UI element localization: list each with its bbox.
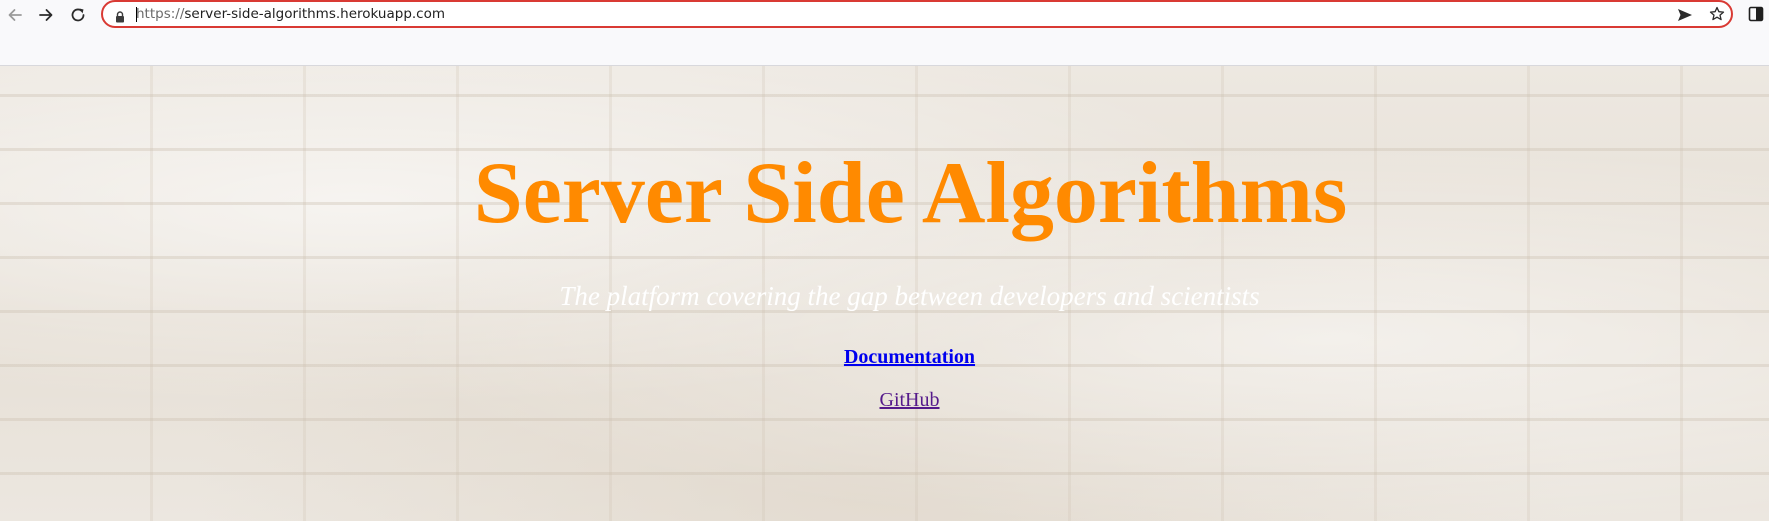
reload-icon [69, 6, 87, 24]
url-scheme: https:// [136, 6, 185, 22]
browser-toolbar: https://server-side-algorithms.herokuapp… [0, 0, 1769, 66]
arrow-right-icon [37, 6, 55, 24]
send-icon[interactable] [1677, 7, 1693, 26]
github-link-row: GitHub [0, 388, 1769, 412]
back-button[interactable] [3, 3, 27, 27]
url-host: server-side-algorithms.herokuapp.com [184, 6, 446, 22]
arrow-left-icon [6, 6, 24, 24]
page-tagline: The platform covering the gap between de… [559, 281, 1260, 311]
forward-button[interactable] [34, 3, 58, 27]
page-content: Server Side Algorithms The platform cove… [0, 66, 1769, 521]
reload-button[interactable] [66, 3, 90, 27]
text-caret [136, 7, 137, 22]
lock-icon[interactable] [115, 8, 125, 27]
star-icon[interactable] [1709, 6, 1725, 26]
documentation-link-row: Documentation [0, 345, 1769, 369]
address-bar[interactable]: https://server-side-algorithms.herokuapp… [101, 0, 1733, 28]
page-title: Server Side Algorithms [473, 145, 1348, 242]
documentation-link[interactable]: Documentation [844, 346, 975, 368]
side-panel-icon[interactable] [1748, 6, 1764, 26]
github-link[interactable]: GitHub [880, 389, 940, 411]
url-text[interactable]: https://server-side-algorithms.herokuapp… [136, 6, 445, 22]
